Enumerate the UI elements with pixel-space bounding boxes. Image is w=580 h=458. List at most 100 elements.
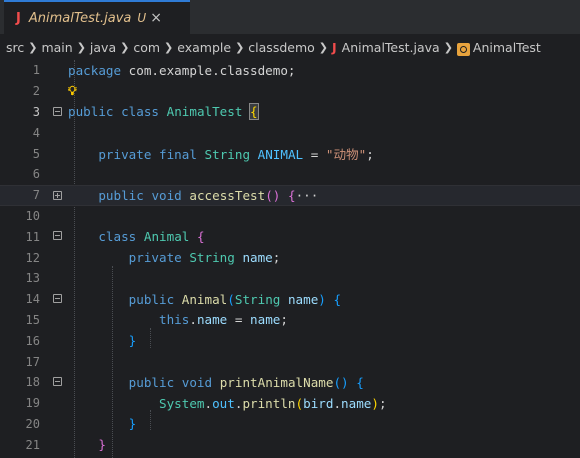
untracked-badge: U [137, 11, 147, 25]
chevron-right-icon: ❯ [443, 40, 453, 54]
expand-icon[interactable] [53, 190, 62, 200]
collapse-icon[interactable] [53, 231, 62, 241]
keyword: void [151, 187, 182, 203]
line-number: 18 [25, 375, 40, 390]
line-number: 14 [25, 292, 40, 307]
code-line[interactable]: 3 public class AnimalTest { [0, 102, 580, 123]
brace: } [98, 437, 106, 453]
collapse-icon[interactable] [53, 293, 62, 303]
keyword: public [128, 374, 175, 390]
line-number: 17 [25, 354, 40, 369]
collapse-icon[interactable] [53, 106, 62, 116]
breadcrumb-item-main[interactable]: main [41, 40, 72, 55]
line-number: 3 [32, 104, 40, 119]
fold-toggle[interactable] [50, 226, 68, 247]
string-literal: "动物" [325, 147, 367, 163]
field-name: name [196, 312, 228, 328]
breadcrumb-item-java[interactable]: java [90, 40, 116, 55]
code-line[interactable]: 19 System.out.println(bird.name); [0, 393, 580, 414]
brace: { [196, 229, 205, 245]
line-number: 20 [25, 416, 40, 431]
keyword: private [98, 147, 152, 163]
line-number: 21 [25, 437, 40, 452]
breadcrumb-item-com[interactable]: com [133, 40, 160, 55]
semicolon: ; [272, 250, 281, 266]
code-line[interactable]: 11 class Animal { [0, 226, 580, 247]
breadcrumb-item-src[interactable]: src [6, 40, 24, 55]
paren: ) [318, 291, 326, 307]
keyword: package [68, 62, 122, 78]
line-number: 1 [32, 63, 40, 78]
keyword: public [128, 291, 175, 307]
line-number: 7 [32, 188, 40, 203]
tab-bar: J AnimalTest.java U × [0, 0, 580, 34]
code-line[interactable]: 1 package com.example.classdemo; [0, 60, 580, 81]
line-number: 6 [32, 167, 40, 182]
chevron-right-icon: ❯ [164, 40, 174, 54]
code-line[interactable]: 20 } [0, 414, 580, 435]
java-file-icon: J [332, 39, 337, 55]
brace: } [128, 333, 137, 349]
tab-animaltest-java[interactable]: J AnimalTest.java U × [4, 0, 190, 34]
line-number: 10 [25, 208, 40, 223]
code-line[interactable]: 16 } [0, 330, 580, 351]
fold-toggle[interactable] [50, 289, 68, 310]
operator: = [303, 147, 326, 163]
line-number: 16 [25, 333, 40, 348]
breadcrumb-item-file[interactable]: AnimalTest.java [342, 40, 440, 55]
breadcrumb-item-symbol[interactable]: AnimalTest [473, 40, 541, 55]
semicolon: ; [378, 395, 387, 411]
code-line[interactable]: 17 [0, 351, 580, 372]
line-number: 2 [32, 84, 40, 99]
keyword: class [98, 229, 137, 245]
keyword: private [128, 250, 182, 266]
close-icon[interactable]: × [150, 10, 162, 26]
line-number: 19 [25, 396, 40, 411]
keyword: public [98, 187, 144, 203]
code-line[interactable]: 15 this.name = name; [0, 310, 580, 331]
code-line[interactable]: 13 [0, 268, 580, 289]
keyword: class [121, 104, 160, 120]
chevron-right-icon: ❯ [28, 40, 38, 54]
collapse-icon[interactable] [53, 377, 62, 386]
field-name: name [242, 250, 273, 266]
line-number: 15 [25, 312, 40, 327]
class-icon [456, 42, 470, 56]
fold-toggle[interactable] [50, 102, 68, 123]
class-name: AnimalTest [166, 104, 243, 120]
breadcrumb-item-example[interactable]: example [177, 40, 231, 55]
code-line-current[interactable]: 7 public void accessTest() {··· [0, 184, 580, 206]
fold-toggle[interactable] [50, 372, 68, 393]
code-line[interactable]: 10 [0, 206, 580, 227]
operator: = [227, 312, 251, 328]
constructor-name: Animal [181, 291, 228, 307]
breadcrumb-item-classdemo[interactable]: classdemo [248, 40, 314, 55]
code-line[interactable]: 21 } [0, 434, 580, 455]
code-line[interactable]: 2 💡︎ [0, 81, 580, 102]
folded-ellipsis[interactable]: ··· [296, 188, 319, 203]
type-name: String [204, 147, 251, 163]
chevron-right-icon: ❯ [76, 40, 86, 54]
code-line[interactable]: 12 private String name; [0, 247, 580, 268]
param-name: name [287, 291, 319, 307]
line-number: 5 [32, 146, 40, 161]
code-line[interactable]: 5 private final String ANIMAL = "动物"; [0, 143, 580, 164]
lightbulb-icon[interactable]: 💡︎ [68, 83, 77, 98]
code-line[interactable]: 4 [0, 122, 580, 143]
code-line[interactable]: 18 public void printAnimalName() { [0, 372, 580, 393]
dot: . [204, 395, 213, 411]
chevron-right-icon: ❯ [120, 40, 130, 54]
code-line[interactable]: 6 [0, 164, 580, 185]
code-line[interactable]: 14 public Animal(String name) { [0, 289, 580, 310]
keyword: public [68, 104, 114, 120]
brace: { [287, 187, 296, 203]
line-number: 11 [25, 229, 40, 244]
tab-title: AnimalTest.java [28, 10, 132, 26]
code-editor[interactable]: 1 package com.example.classdemo; 2 💡︎ 3 … [0, 60, 580, 458]
fold-toggle[interactable] [50, 186, 68, 205]
brace: { [333, 291, 342, 307]
package-name: com.example.classdemo [128, 62, 288, 78]
semicolon: ; [287, 62, 296, 78]
field-name: name [341, 395, 372, 411]
java-file-icon: J [16, 10, 21, 26]
